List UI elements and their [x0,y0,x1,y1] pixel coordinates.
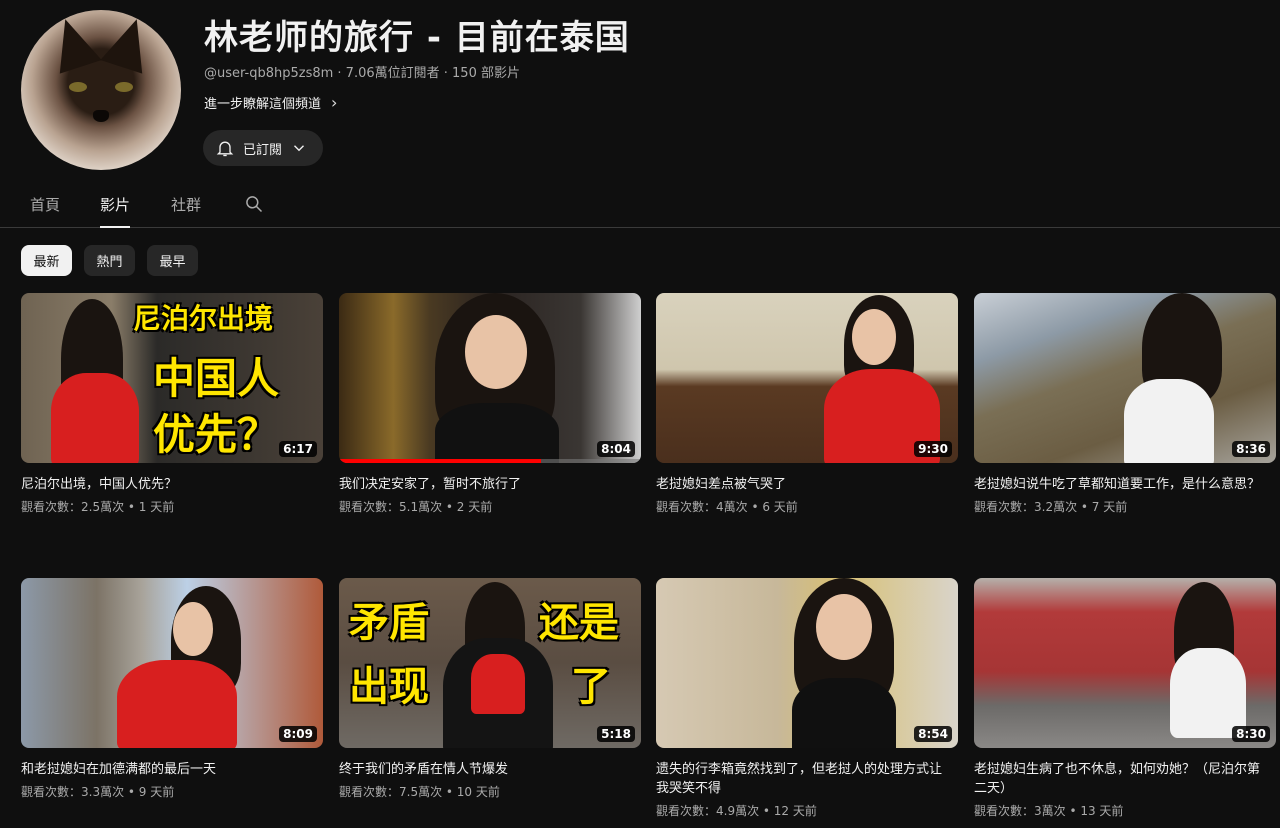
chip-latest[interactable]: 最新 [21,245,72,276]
thumb-figure-shirt [471,654,525,714]
video-thumbnail[interactable]: 8:04 [339,293,641,463]
thumb-figure-face [465,315,527,389]
video-stats: 觀看次數：3萬次 • 13 天前 [974,804,1124,818]
video-stats: 觀看次數：3.2萬次 • 7 天前 [974,500,1128,514]
subscribed-button[interactable]: 已訂閱 [203,130,323,166]
video-thumbnail[interactable]: 8:09 [21,578,323,748]
cat-ear-left [44,12,102,74]
thumb-figure-shirt [117,660,237,748]
video-title[interactable]: 遗失的行李箱竟然找到了，但老挝人的处理方式让我哭笑不得 [656,760,958,798]
channel-meta: @user-qb8hp5zs8m · 7.06萬位訂閱者 · 150 部影片 [204,66,520,81]
video-card[interactable]: 8:54 遗失的行李箱竟然找到了，但老挝人的处理方式让我哭笑不得 觀看次數：4.… [656,578,958,819]
video-title[interactable]: 老挝媳妇生病了也不休息，如何劝她？（尼泊尔第二天） [974,760,1276,798]
video-stats: 觀看次數：3.3萬次 • 9 天前 [21,785,175,799]
video-title[interactable]: 我们决定安家了，暂时不旅行了 [339,475,641,494]
video-thumbnail[interactable]: 8:30 [974,578,1276,748]
thumb-figure-face [816,594,872,660]
thumb-overlay-text: 了 [571,664,611,710]
channel-avatar[interactable] [21,10,181,170]
cat-nose [93,110,109,122]
thumb-overlay-text: 矛盾 [349,600,429,646]
cat-ear-right [100,12,158,74]
video-duration: 8:54 [914,726,952,742]
video-thumbnail[interactable]: 8:36 [974,293,1276,463]
thumb-figure-shirt [792,678,896,748]
video-card[interactable]: 矛盾 还是 出现 了 5:18 终于我们的矛盾在情人节爆发 觀看次數：7.5萬次… [339,578,641,800]
video-thumbnail[interactable]: 矛盾 还是 出现 了 5:18 [339,578,641,748]
thumb-figure-shirt [1124,379,1214,463]
video-card[interactable]: 8:30 老挝媳妇生病了也不休息，如何劝她？（尼泊尔第二天） 觀看次數：3萬次 … [974,578,1276,819]
video-card[interactable]: 8:36 老挝媳妇说牛吃了草都知道要工作，是什么意思？ 觀看次數：3.2萬次 •… [974,293,1276,515]
thumb-overlay-text: 出现 [349,664,429,710]
watch-progress-bar [339,459,542,463]
video-title[interactable]: 终于我们的矛盾在情人节爆发 [339,760,641,779]
video-card[interactable]: 9:30 老挝媳妇差点被气哭了 觀看次數：4萬次 • 6 天前 [656,293,958,515]
thumb-figure-face [852,309,896,365]
video-duration: 8:30 [1232,726,1270,742]
thumb-figure-shirt [435,403,559,463]
channel-about-link[interactable]: 進一步瞭解這個頻道 › [204,93,337,112]
thumb-figure-shirt [51,373,139,463]
video-title[interactable]: 老挝媳妇差点被气哭了 [656,475,958,494]
channel-title: 林老师的旅行 - 目前在泰国 [204,18,630,58]
video-card[interactable]: 8:04 我们决定安家了，暂时不旅行了 觀看次數：5.1萬次 • 2 天前 [339,293,641,515]
cat-eye-left [69,82,87,92]
thumb-overlay-text: 中国人 [153,354,280,403]
tab-videos[interactable]: 影片 [100,194,131,228]
bell-icon [216,141,234,157]
video-card[interactable]: 尼泊尔出境 中国人 优先？ 6:17 尼泊尔出境，中国人优先？ 觀看次數：2.5… [21,293,323,515]
chip-popular[interactable]: 熱門 [84,245,135,276]
video-title[interactable]: 和老挝媳妇在加德满都的最后一天 [21,760,323,779]
search-icon[interactable] [244,194,264,218]
video-title[interactable]: 老挝媳妇说牛吃了草都知道要工作，是什么意思？ [974,475,1276,494]
thumb-figure-face [173,602,213,656]
subscribed-label: 已訂閱 [243,142,283,158]
cat-eye-right [115,82,133,92]
thumb-overlay-text: 尼泊尔出境 [133,302,274,335]
tab-home[interactable]: 首頁 [30,194,60,228]
video-stats: 觀看次數：7.5萬次 • 10 天前 [339,785,500,799]
video-duration: 8:04 [597,441,635,457]
thumb-figure-shirt [1170,648,1246,738]
video-card[interactable]: 8:09 和老挝媳妇在加德满都的最后一天 觀看次數：3.3萬次 • 9 天前 [21,578,323,800]
video-duration: 6:17 [279,441,317,457]
tab-community[interactable]: 社群 [171,194,201,228]
video-duration: 5:18 [597,726,635,742]
video-thumbnail[interactable]: 8:54 [656,578,958,748]
video-duration: 8:36 [1232,441,1270,457]
video-duration: 8:09 [279,726,317,742]
thumb-overlay-text: 还是 [539,600,619,646]
channel-tabs: 首頁 影片 社群 [0,186,1280,228]
video-thumbnail[interactable]: 9:30 [656,293,958,463]
video-thumbnail[interactable]: 尼泊尔出境 中国人 优先？ 6:17 [21,293,323,463]
video-title[interactable]: 尼泊尔出境，中国人优先？ [21,475,323,494]
channel-about-label: 進一步瞭解這個頻道 [204,97,322,112]
chip-oldest[interactable]: 最早 [147,245,198,276]
chevron-right-icon: › [331,93,338,112]
video-duration: 9:30 [914,441,952,457]
video-stats: 觀看次數：5.1萬次 • 2 天前 [339,500,493,514]
thumb-overlay-text: 优先？ [153,410,280,459]
video-stats: 觀看次數：4.9萬次 • 12 天前 [656,804,817,818]
video-stats: 觀看次數：2.5萬次 • 1 天前 [21,500,175,514]
video-stats: 觀看次數：4萬次 • 6 天前 [656,500,798,514]
chevron-down-icon [294,145,304,152]
